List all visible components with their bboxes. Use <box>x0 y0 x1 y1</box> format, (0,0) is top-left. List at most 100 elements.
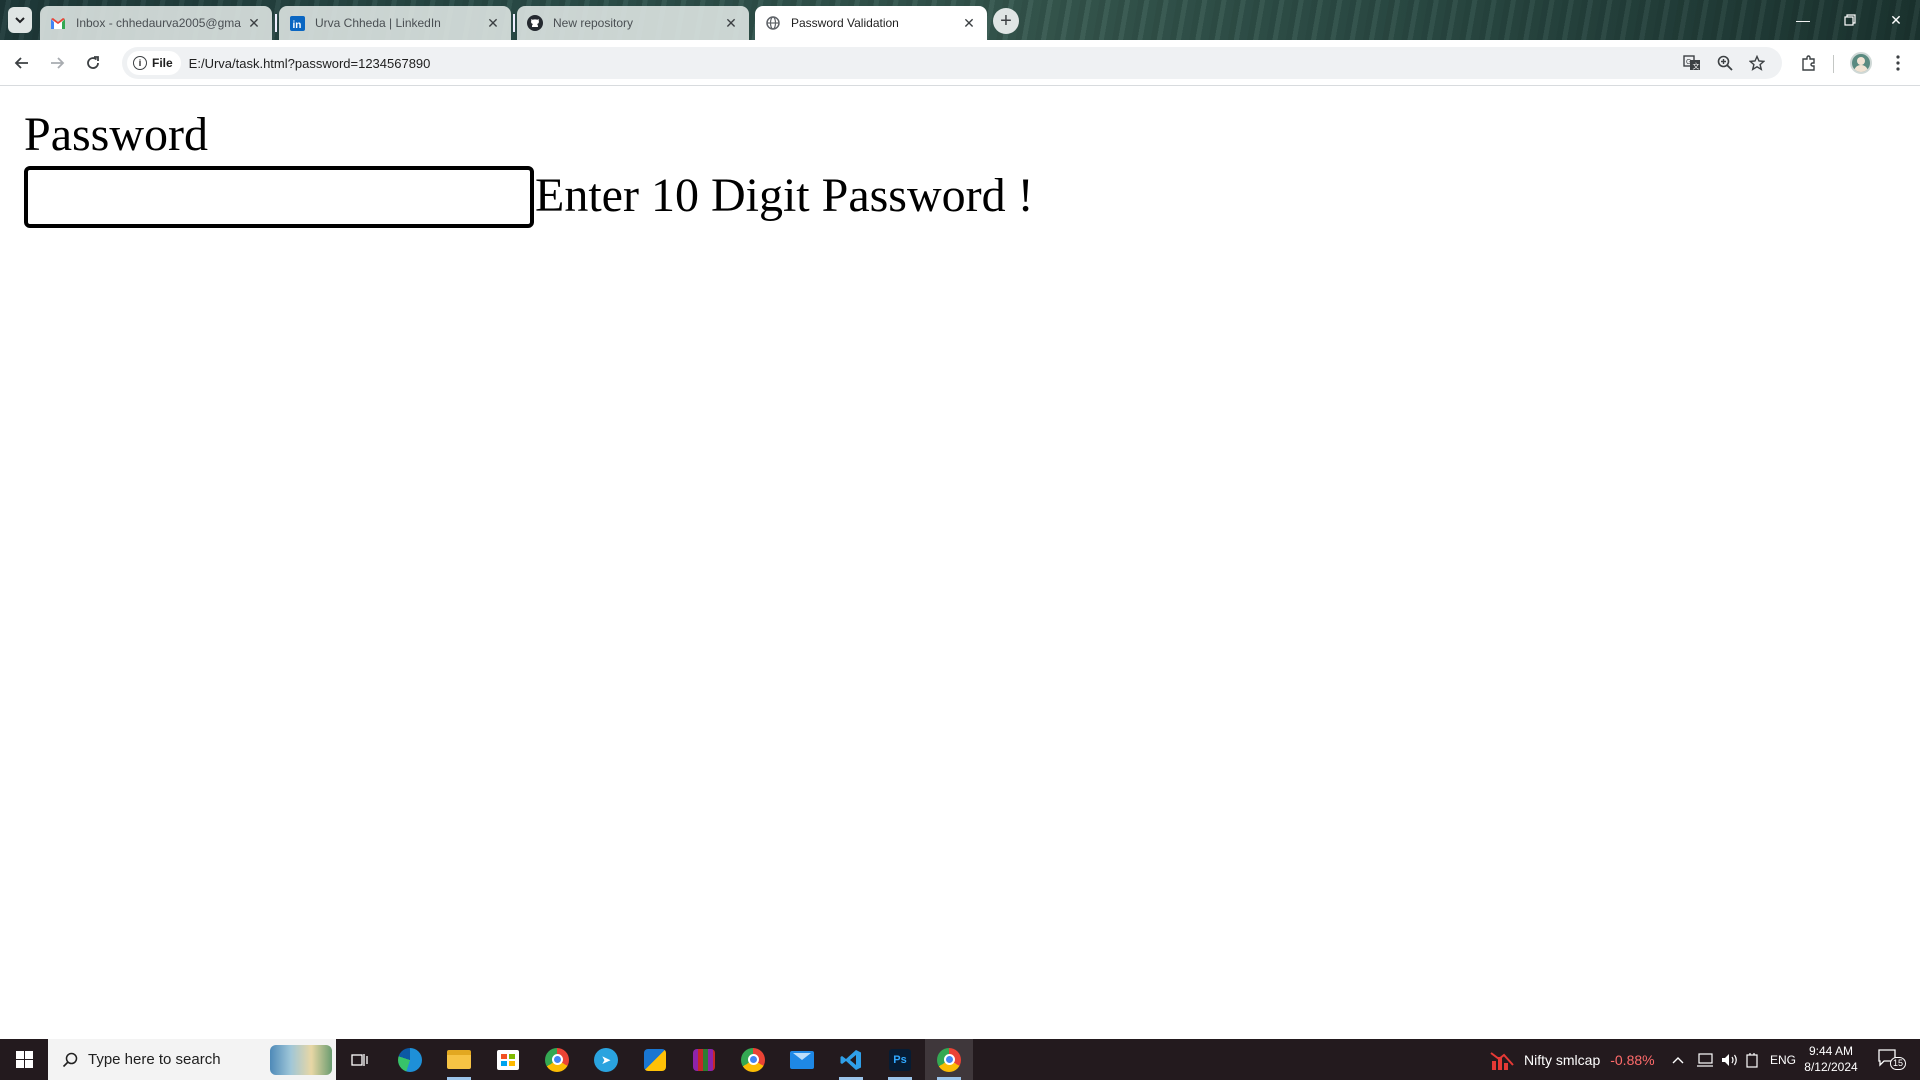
network-status[interactable] <box>1696 1039 1714 1080</box>
taskbar-store[interactable] <box>484 1039 532 1080</box>
menu-button[interactable] <box>1886 51 1910 75</box>
reload-button[interactable] <box>81 51 105 75</box>
site-info-chip[interactable]: i File <box>127 51 181 75</box>
stock-widget[interactable]: Nifty smlcap -0.88% <box>1490 1039 1655 1080</box>
address-bar[interactable]: i File E:/Urva/task.html?password=123456… <box>122 47 1782 79</box>
svg-text:in: in <box>292 20 301 31</box>
search-highlight-image <box>270 1045 332 1075</box>
more-vertical-icon <box>1896 55 1900 71</box>
url-text[interactable]: E:/Urva/task.html?password=1234567890 <box>189 56 431 71</box>
close-icon[interactable]: ✕ <box>246 15 262 31</box>
translate-icon: 文G <box>1683 55 1700 71</box>
search-placeholder: Type here to search <box>88 1051 221 1068</box>
power-status[interactable] <box>1746 1039 1758 1080</box>
stock-widget-label: Nifty smlcap <box>1524 1051 1601 1068</box>
star-icon <box>1749 55 1765 71</box>
extensions-button[interactable] <box>1797 51 1821 75</box>
browser-tab-strip: Inbox - chhedaurva2005@gma ✕ in Urva Chh… <box>0 0 1920 40</box>
taskbar-telegram[interactable]: ➤ <box>582 1039 630 1080</box>
volume-control[interactable] <box>1721 1039 1739 1080</box>
taskbar-photoshop[interactable]: Ps <box>876 1039 924 1080</box>
clock-date: 8/12/2024 <box>1804 1060 1858 1074</box>
github-icon <box>527 15 543 31</box>
bookmark-button[interactable] <box>1747 53 1767 73</box>
tab-gmail[interactable]: Inbox - chhedaurva2005@gma ✕ <box>40 6 272 40</box>
puzzle-icon <box>1802 55 1815 71</box>
chevron-up-icon <box>1672 1056 1684 1063</box>
forward-button[interactable] <box>45 51 69 75</box>
notification-center-button[interactable]: 15 <box>1878 1049 1907 1070</box>
system-clock[interactable]: 9:44 AM 8/12/2024 <box>1798 1043 1864 1075</box>
tab-github[interactable]: New repository ✕ <box>517 6 749 40</box>
close-icon[interactable]: ✕ <box>723 15 739 31</box>
minimize-icon: — <box>1796 12 1810 28</box>
battery-plug-icon <box>1746 1052 1758 1068</box>
search-icon <box>62 1052 78 1068</box>
svg-text:文: 文 <box>1693 62 1700 71</box>
password-input[interactable] <box>24 166 534 228</box>
translate-button[interactable]: 文G <box>1682 53 1702 73</box>
taskbar-chrome-1[interactable] <box>533 1039 581 1080</box>
tab-title: New repository <box>553 16 634 30</box>
show-hidden-icons[interactable] <box>1672 1039 1684 1080</box>
close-icon[interactable]: ✕ <box>961 15 977 31</box>
tab-title: Password Validation <box>791 16 899 30</box>
back-button[interactable] <box>10 51 34 75</box>
window-app-icon <box>644 1048 666 1071</box>
taskbar-edge[interactable] <box>386 1039 434 1080</box>
arrow-left-icon <box>14 57 28 69</box>
photoshop-icon: Ps <box>889 1048 911 1071</box>
taskbar-vscode[interactable] <box>827 1039 875 1080</box>
stock-widget-value: -0.88% <box>1610 1051 1655 1068</box>
taskbar-chrome-active[interactable] <box>925 1039 973 1080</box>
chevron-down-icon <box>15 17 25 24</box>
zoom-in-icon <box>1717 55 1733 71</box>
restore-button[interactable] <box>1827 0 1873 40</box>
toolbar-divider <box>1833 55 1834 73</box>
language-indicator[interactable]: ENG <box>1770 1039 1796 1080</box>
tab-separator <box>513 14 515 32</box>
arrow-right-icon <box>51 57 65 69</box>
tab-separator <box>275 14 277 32</box>
new-tab-button[interactable]: + <box>993 8 1019 34</box>
close-window-button[interactable]: ✕ <box>1873 0 1919 40</box>
close-icon: ✕ <box>1890 11 1902 28</box>
zoom-button[interactable] <box>1715 53 1735 73</box>
taskbar-chrome-2[interactable] <box>729 1039 777 1080</box>
browser-toolbar: i File E:/Urva/task.html?password=123456… <box>0 40 1920 86</box>
tab-search-button[interactable] <box>8 7 32 33</box>
validation-message: Enter 10 Digit Password ! <box>535 169 1034 222</box>
minimize-button[interactable]: — <box>1780 0 1826 40</box>
gmail-icon <box>50 15 66 31</box>
network-icon <box>1697 1052 1713 1067</box>
stock-chart-icon <box>1490 1051 1514 1070</box>
taskbar-file-explorer[interactable] <box>435 1039 483 1080</box>
globe-icon <box>765 15 781 31</box>
start-button[interactable] <box>0 1039 48 1080</box>
task-view-button[interactable] <box>336 1039 384 1080</box>
linkedin-icon: in <box>289 15 305 31</box>
taskbar-mail[interactable] <box>778 1039 826 1080</box>
tab-password-validation[interactable]: Password Validation ✕ <box>755 6 987 40</box>
page-content: Password Enter 10 Digit Password ! <box>0 87 1920 1039</box>
vscode-icon <box>840 1049 861 1070</box>
taskbar-winrar[interactable] <box>680 1039 728 1080</box>
taskbar-app-blue[interactable] <box>631 1039 679 1080</box>
password-label: Password <box>24 108 209 161</box>
notification-count: 15 <box>1890 1057 1907 1070</box>
plus-icon: + <box>1000 9 1012 32</box>
store-icon <box>497 1049 519 1070</box>
svg-text:G: G <box>1686 59 1691 66</box>
profile-button[interactable] <box>1849 51 1873 75</box>
tab-linkedin[interactable]: in Urva Chheda | LinkedIn ✕ <box>279 6 511 40</box>
info-icon: i <box>133 56 147 70</box>
close-icon[interactable]: ✕ <box>485 15 501 31</box>
chrome-icon <box>741 1047 765 1072</box>
mail-icon <box>790 1050 814 1069</box>
restore-icon <box>1844 14 1856 26</box>
windows-taskbar: Type here to search ➤ Ps Nifty smlcap -0… <box>0 1039 1920 1080</box>
taskbar-search-box[interactable]: Type here to search <box>48 1039 336 1080</box>
reload-icon <box>87 56 99 69</box>
language-label: ENG <box>1770 1052 1797 1067</box>
winrar-icon <box>693 1048 715 1071</box>
